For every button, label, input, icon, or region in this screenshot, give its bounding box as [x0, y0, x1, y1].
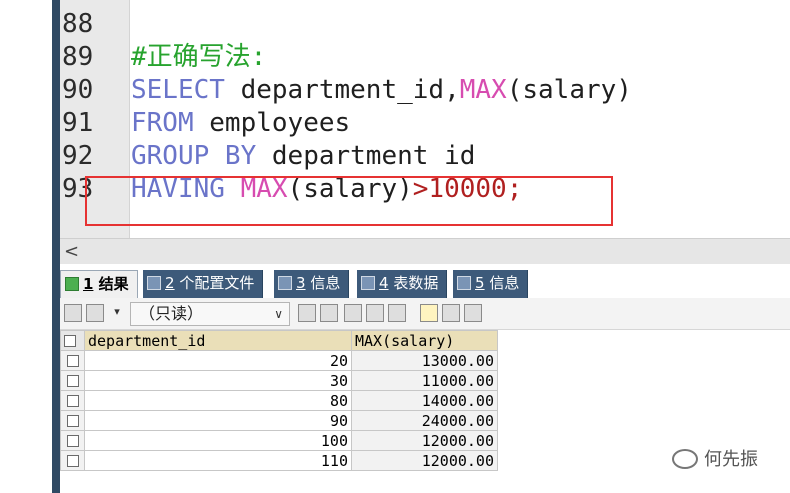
cell-max-salary[interactable]: 14000.00 — [351, 390, 498, 411]
table-row[interactable]: 100 12000.00 — [60, 430, 498, 451]
highlight-annotation-box — [85, 176, 613, 226]
code-text[interactable]: GROUP BY department id — [131, 140, 475, 173]
profile-icon — [147, 276, 161, 290]
import-icon[interactable] — [86, 304, 104, 322]
result-tab-bar: 1 结果 2 个配置文件 3 信息 4 表数据 5 信息 — [60, 264, 790, 298]
horizontal-scrollbar[interactable]: < — [60, 238, 790, 264]
export-icon[interactable] — [64, 304, 82, 322]
save-icon[interactable] — [344, 304, 362, 322]
text-view-icon[interactable] — [464, 304, 482, 322]
tab-number: 2 — [165, 274, 175, 292]
code-token: department_id, — [224, 75, 460, 105]
mode-label: （只读） — [139, 304, 204, 323]
tab-info-2[interactable]: 5 信息 — [453, 270, 529, 298]
select-all-checkbox[interactable] — [60, 330, 85, 351]
cancel-changes-icon[interactable] — [388, 304, 406, 322]
code-token: SELECT — [131, 75, 225, 105]
tab-label: 个配置文件 — [179, 274, 255, 292]
tab-number: 1 — [83, 275, 94, 293]
code-text[interactable]: SELECT department_id,MAX(salary) — [131, 74, 632, 107]
table-row[interactable]: 80 14000.00 — [60, 390, 498, 411]
code-token: FROM — [131, 108, 194, 138]
cell-department-id[interactable]: 30 — [84, 370, 352, 391]
code-token: (salary) — [506, 75, 632, 105]
code-token: department id — [256, 141, 476, 171]
row-checkbox[interactable] — [60, 450, 85, 471]
cell-max-salary[interactable]: 11000.00 — [351, 370, 498, 391]
table-row[interactable]: 90 24000.00 — [60, 410, 498, 431]
tab-table-data[interactable]: 4 表数据 — [357, 270, 448, 298]
line-number: 90 — [62, 75, 94, 105]
tab-label: 信息 — [310, 274, 341, 292]
tab-label: 表数据 — [393, 274, 439, 292]
code-token: employees — [193, 108, 351, 138]
watermark-text: 何先振 — [704, 449, 758, 470]
result-toolbar: ▾ （只读） ∨ — [60, 298, 790, 330]
code-text[interactable]: #正确写法: — [131, 41, 266, 74]
code-token: #正确写法: — [131, 42, 267, 72]
tab-info[interactable]: 3 信息 — [274, 270, 350, 298]
read-only-mode-select[interactable]: （只读） ∨ — [130, 302, 290, 326]
cell-department-id[interactable]: 100 — [84, 430, 352, 451]
row-checkbox[interactable] — [60, 390, 85, 411]
cell-department-id[interactable]: 110 — [84, 450, 352, 471]
tab-number: 4 — [379, 274, 389, 292]
info-icon — [457, 276, 471, 290]
left-panel-edge — [52, 0, 60, 493]
cell-max-salary[interactable]: 12000.00 — [351, 450, 498, 471]
row-checkbox[interactable] — [60, 430, 85, 451]
table-row[interactable]: 110 12000.00 — [60, 450, 498, 471]
row-checkbox[interactable] — [60, 350, 85, 371]
table-row[interactable]: 20 13000.00 — [60, 350, 498, 371]
tab-number: 3 — [296, 274, 306, 292]
table-data-icon — [361, 276, 375, 290]
tab-results[interactable]: 1 结果 — [60, 270, 138, 298]
tab-label: 信息 — [489, 274, 520, 292]
cell-max-salary[interactable]: 24000.00 — [351, 410, 498, 431]
watermark: 何先振 — [672, 446, 758, 474]
code-token: MAX — [459, 75, 507, 105]
column-header-max-salary[interactable]: MAX(salary) — [351, 330, 498, 351]
code-token: GROUP BY — [131, 141, 257, 171]
line-number: 88 — [62, 9, 94, 39]
form-view-icon[interactable] — [442, 304, 460, 322]
cell-max-salary[interactable]: 13000.00 — [351, 350, 498, 371]
add-row-icon[interactable] — [298, 304, 316, 322]
column-header-department-id[interactable]: department_id — [84, 330, 352, 351]
chevron-down-icon[interactable]: ▾ — [108, 304, 126, 322]
chevron-down-icon: ∨ — [274, 307, 283, 321]
info-icon — [278, 276, 292, 290]
row-checkbox[interactable] — [60, 370, 85, 391]
result-grid-icon — [65, 277, 79, 291]
cell-department-id[interactable]: 90 — [84, 410, 352, 431]
cell-max-salary[interactable]: 12000.00 — [351, 430, 498, 451]
delete-icon[interactable] — [366, 304, 384, 322]
tab-number: 5 — [475, 274, 485, 292]
duplicate-row-icon[interactable] — [320, 304, 338, 322]
wechat-icon — [672, 449, 698, 469]
line-number: 89 — [62, 42, 94, 72]
cell-department-id[interactable]: 80 — [84, 390, 352, 411]
scroll-left-arrow-icon[interactable]: < — [64, 239, 84, 265]
tab-label: 结果 — [98, 275, 129, 293]
row-checkbox[interactable] — [60, 410, 85, 431]
tab-profiles[interactable]: 2 个配置文件 — [143, 270, 264, 298]
line-number: 92 — [62, 141, 94, 171]
cell-department-id[interactable]: 20 — [84, 350, 352, 371]
table-row[interactable]: 30 11000.00 — [60, 370, 498, 391]
code-text[interactable]: FROM employees — [131, 107, 350, 140]
line-number: 91 — [62, 108, 94, 138]
result-grid: department_id MAX(salary) 20 13000.00 30… — [60, 330, 498, 471]
grid-view-icon[interactable] — [420, 304, 438, 322]
